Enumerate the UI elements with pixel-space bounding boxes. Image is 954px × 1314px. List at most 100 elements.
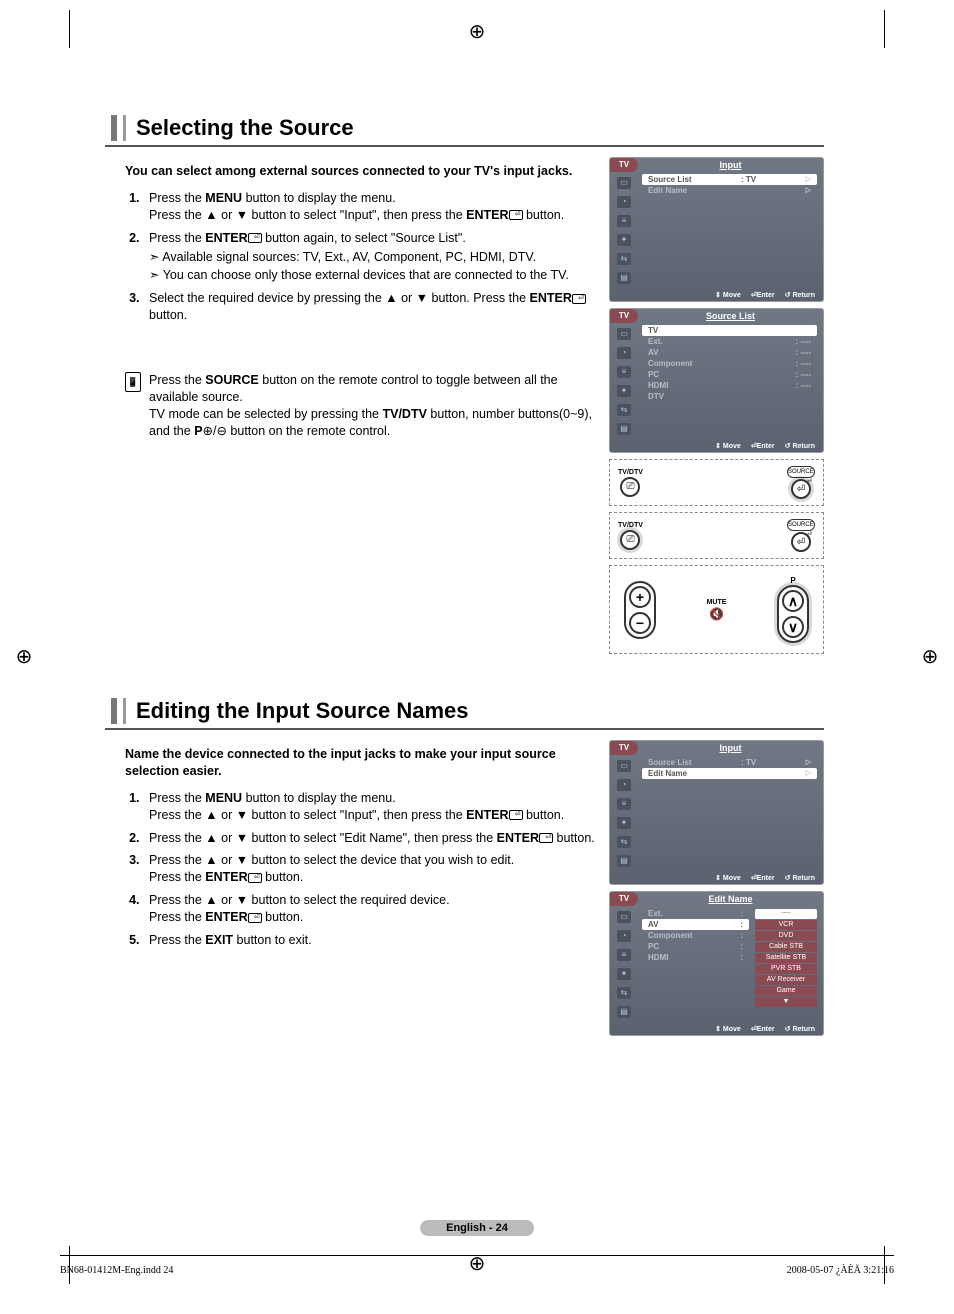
osd-row: Ext.: — [642, 908, 749, 919]
enter-icon: ⏎ — [248, 873, 262, 883]
section2-figures: TV Input ▭ ◔ ≡ ✦ ⇆ ▤ — [609, 740, 824, 1042]
picture-icon: ▭ — [617, 911, 631, 923]
registration-mark-icon: ⊕ — [12, 645, 36, 669]
channel-icon: ≡ — [617, 215, 631, 227]
picture-icon: ▭ — [617, 760, 631, 772]
input-icon: ⇆ — [617, 836, 631, 848]
footer-divider — [60, 1255, 894, 1256]
osd-input-menu-2: TV Input ▭ ◔ ≡ ✦ ⇆ ▤ — [609, 740, 824, 885]
osd-row-source-list: Source List : TV ▷ — [642, 757, 817, 768]
osd-row: DTV — [642, 391, 817, 402]
osd-source-list: TV Source List ▭ ◔ ≡ ✦ ⇆ ▤ TV Ext.: ---- — [609, 308, 824, 453]
step-2: Press the ▲ or ▼ button to select "Edit … — [143, 830, 595, 847]
step2-sub2: ➣ You can choose only those external dev… — [163, 267, 595, 284]
section1-steps: Press the MENU button to display the men… — [143, 190, 595, 324]
section1-body: You can select among external sources co… — [105, 157, 595, 654]
dm-icon: ▤ — [617, 423, 631, 435]
enter-icon: ⏎ — [539, 833, 553, 843]
page-number: English - 24 — [420, 1220, 534, 1236]
arrow-right-icon: ▷ — [806, 768, 811, 779]
remote-note: 📱 Press the SOURCE button on the remote … — [125, 372, 595, 440]
setup-icon: ✦ — [617, 385, 631, 397]
arrow-right-icon: ▷ — [806, 174, 811, 185]
enter-icon: ⏎ — [509, 810, 523, 820]
picture-icon: ▭ — [617, 328, 631, 340]
channel-icon: ≡ — [617, 949, 631, 961]
osd-row: PC: ---- — [642, 369, 817, 380]
osd-input-menu: TV Input ▭ ◔ ≡ ✦ ⇆ ▤ Source List — [609, 157, 824, 302]
section-heading: Editing the Input Source Names — [111, 698, 824, 724]
remote-diagram-3: + − MUTE 🔇 P ∧ ∨ — [609, 565, 824, 654]
section2-body: Name the device connected to the input j… — [105, 740, 595, 1042]
osd-tv-badge: TV — [610, 741, 638, 755]
setup-icon: ✦ — [617, 968, 631, 980]
trim-mark — [69, 10, 70, 48]
osd-row-source-list: Source List : TV ▷ — [642, 174, 817, 185]
source-button: SOURCE ⏎ ⏎ — [787, 519, 815, 552]
step-3: Press the ▲ or ▼ button to select the de… — [143, 852, 595, 886]
scroll-down-icon: ▼ — [755, 997, 817, 1007]
sound-icon: ◔ — [617, 930, 631, 942]
osd-title: Source List — [638, 309, 823, 323]
section2-steps: Press the MENU button to display the men… — [143, 790, 595, 949]
step2-sub1: ➣ Available signal sources: TV, Ext., AV… — [163, 249, 595, 266]
osd-tv-badge: TV — [610, 309, 638, 323]
footer-timestamp: 2008-05-07 ¿ÀÈÄ 3:21:16 — [787, 1265, 894, 1276]
sound-icon: ◔ — [617, 779, 631, 791]
osd-tv-badge: TV — [610, 158, 638, 172]
step-3: Select the required device by pressing t… — [143, 290, 595, 324]
name-option: VCR — [755, 920, 817, 930]
remote-diagram-2: TV/DTV ⎚ SOURCE ⏎ ⏎ — [609, 512, 824, 559]
name-option: ---- — [755, 909, 817, 919]
remote-diagram-1: TV/DTV ⎚ SOURCE ⏎ ⏎ — [609, 459, 824, 506]
osd-footer: ⇕ Move ⏎Enter ↺ Return — [610, 1023, 823, 1035]
osd-title: Edit Name — [638, 892, 823, 906]
volume-buttons: + − — [624, 581, 656, 639]
enter-icon: ⏎ — [248, 233, 262, 243]
ch-up-icon: ∧ — [782, 590, 804, 612]
osd-sidebar-icons: ▭ ◔ ≡ ✦ ⇆ ▤ — [610, 323, 638, 440]
osd-sidebar-icons: ▭ ◔ ≡ ✦ ⇆ ▤ — [610, 172, 638, 289]
arrow-right-icon: ▷ — [806, 185, 811, 196]
channel-icon: ≡ — [617, 798, 631, 810]
vol-down-icon: − — [629, 612, 651, 634]
input-icon: ⇆ — [617, 987, 631, 999]
name-option: Satellite STB — [755, 953, 817, 963]
section2-intro: Name the device connected to the input j… — [125, 746, 595, 780]
enter-icon: ⏎ — [572, 294, 586, 304]
osd-row: Ext.: ---- — [642, 336, 817, 347]
mute-icon: 🔇 — [709, 607, 724, 621]
tvdtv-button: TV/DTV ⎚ — [618, 469, 643, 497]
step-2: Press the ENTER⏎ button again, to select… — [143, 230, 595, 285]
picture-icon: ▭ — [617, 177, 631, 189]
setup-icon: ✦ — [617, 234, 631, 246]
name-option: DVD — [755, 931, 817, 941]
section1-figures: TV Input ▭ ◔ ≡ ✦ ⇆ ▤ Source List — [609, 157, 824, 654]
tvdtv-button-highlight: TV/DTV ⎚ — [618, 522, 643, 550]
section-title: Editing the Input Source Names — [123, 698, 824, 724]
name-option: AV Receiver — [755, 975, 817, 985]
section-title: Selecting the Source — [123, 115, 824, 141]
osd-title: Input — [638, 158, 823, 172]
osd-row: AV: — [642, 919, 749, 930]
trim-mark — [884, 10, 885, 48]
footer-file: BN68-01412M-Eng.indd 24 — [60, 1265, 173, 1276]
setup-icon: ✦ — [617, 817, 631, 829]
vol-up-icon: + — [629, 586, 651, 608]
print-footer: BN68-01412M-Eng.indd 24 2008-05-07 ¿ÀÈÄ … — [60, 1265, 894, 1276]
osd-row: TV — [642, 325, 817, 336]
registration-mark-icon: ⊕ — [465, 20, 489, 44]
input-icon: ⇆ — [617, 404, 631, 416]
section-heading: Selecting the Source — [111, 115, 824, 141]
osd-row-edit-name: Edit Name ▷ — [642, 768, 817, 779]
divider — [105, 145, 824, 147]
name-option: Cable STB — [755, 942, 817, 952]
remote-icon: 📱 — [125, 372, 141, 392]
page-content: Selecting the Source You can select amon… — [105, 115, 824, 1042]
step-1: Press the MENU button to display the men… — [143, 190, 595, 224]
channel-icon: ≡ — [617, 366, 631, 378]
osd-footer: ⇕ Move ⏎Enter ↺ Return — [610, 872, 823, 884]
osd-row: AV: ---- — [642, 347, 817, 358]
osd-title: Input — [638, 741, 823, 755]
enter-icon: ⏎ — [509, 210, 523, 220]
